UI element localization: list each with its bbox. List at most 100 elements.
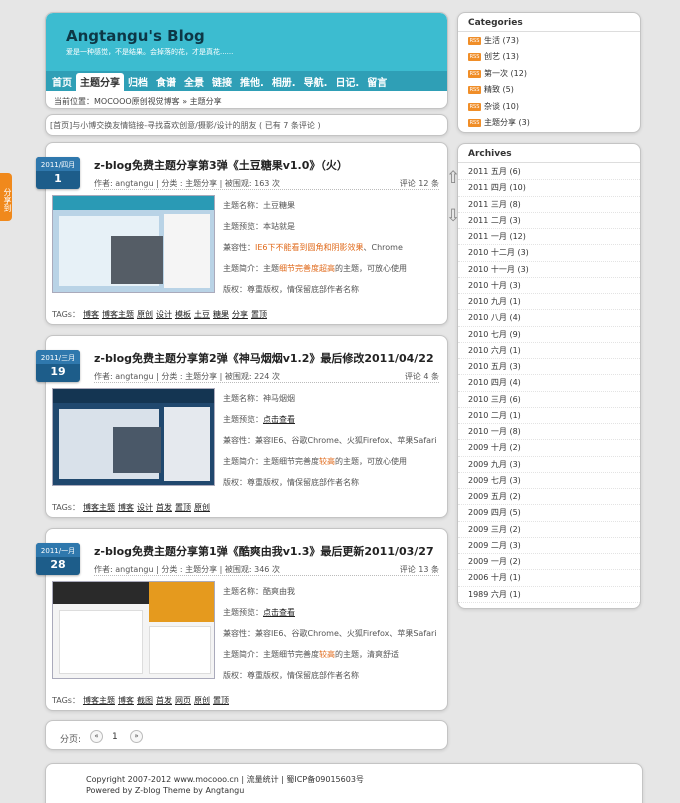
- archive-item[interactable]: 2006 十月 (1): [458, 570, 640, 587]
- tag-link[interactable]: 首发: [156, 696, 172, 705]
- tag-link[interactable]: 置顶: [175, 503, 191, 512]
- post-thumbnail[interactable]: [52, 388, 215, 486]
- notice-bar[interactable]: [首页]与小博交换友情链接-寻找喜欢创意/摄影/设计的朋友 ( 已有 7 条评论…: [45, 114, 448, 136]
- archive-item[interactable]: 2010 一月 (8): [458, 424, 640, 441]
- tag-link[interactable]: 原创: [137, 310, 153, 319]
- info-desc-suffix: 的主题，可放心使用: [335, 264, 407, 273]
- rss-icon[interactable]: RSS: [468, 86, 481, 95]
- archive-item[interactable]: 2010 八月 (4): [458, 310, 640, 327]
- category-label[interactable]: 创艺 (13): [484, 52, 519, 61]
- tag-link[interactable]: 分享: [232, 310, 248, 319]
- tag-link[interactable]: 博客主题: [102, 310, 134, 319]
- archive-item[interactable]: 2010 九月 (1): [458, 294, 640, 311]
- archive-item[interactable]: 2011 二月 (3): [458, 213, 640, 229]
- category-label[interactable]: 生活 (73): [484, 36, 519, 45]
- prev-page-button[interactable]: «: [90, 730, 103, 743]
- archive-item[interactable]: 2010 十二月 (3): [458, 245, 640, 262]
- category-item[interactable]: RSS 生活 (73): [458, 33, 640, 49]
- rss-icon[interactable]: RSS: [468, 69, 481, 78]
- info-compat: 兼容性：兼容IE6、谷歌Chrome、火狐Firefox、苹果Safari: [223, 436, 437, 445]
- preview-link[interactable]: 点击查看: [263, 608, 295, 617]
- nav-item[interactable]: 推他.: [236, 71, 268, 91]
- category-item[interactable]: RSS 第一次 (12): [458, 66, 640, 82]
- category-item[interactable]: RSS 创艺 (13): [458, 49, 640, 65]
- nav-item[interactable]: 主题分享: [76, 73, 124, 93]
- archive-item[interactable]: 2010 五月 (3): [458, 359, 640, 376]
- category-label[interactable]: 第一次 (12): [484, 69, 527, 78]
- site-title[interactable]: Angtangu's Blog: [66, 27, 205, 45]
- tag-link[interactable]: 土豆: [194, 310, 210, 319]
- rss-icon[interactable]: RSS: [468, 102, 481, 111]
- post-title[interactable]: z-blog免费主题分享第1弹《酷爽由我v1.3》最后更新2011/03/27: [94, 543, 434, 559]
- category-label[interactable]: 主题分享 (3): [484, 118, 530, 127]
- archive-item[interactable]: 2009 一月 (2): [458, 554, 640, 571]
- tag-link[interactable]: 原创: [194, 696, 210, 705]
- archive-item[interactable]: 2010 十一月 (3): [458, 262, 640, 278]
- category-item[interactable]: RSS 杂谈 (10): [458, 99, 640, 115]
- tag-link[interactable]: 首发: [156, 503, 172, 512]
- category-item[interactable]: RSS 精致 (5): [458, 82, 640, 98]
- tag-link[interactable]: 博客主题: [83, 503, 115, 512]
- post-comments[interactable]: 评论 13 条: [400, 564, 439, 575]
- date-month: 2011/四月: [36, 157, 80, 171]
- archive-item[interactable]: 2011 一月 (12): [458, 229, 640, 246]
- archive-item[interactable]: 2011 四月 (10): [458, 180, 640, 197]
- tag-link[interactable]: 博客: [83, 310, 99, 319]
- tag-link[interactable]: 原创: [194, 503, 210, 512]
- archive-item[interactable]: 2011 五月 (6): [458, 164, 640, 181]
- category-label[interactable]: 杂谈 (10): [484, 102, 519, 111]
- next-page-button[interactable]: »: [130, 730, 143, 743]
- archive-item[interactable]: 2009 九月 (3): [458, 457, 640, 473]
- tag-link[interactable]: 置顶: [251, 310, 267, 319]
- nav-item[interactable]: 链接: [208, 71, 236, 91]
- archive-item[interactable]: 2009 二月 (3): [458, 538, 640, 554]
- tag-link[interactable]: 模板: [175, 310, 191, 319]
- post-comments[interactable]: 评论 12 条: [400, 178, 439, 189]
- archive-item[interactable]: 2010 三月 (6): [458, 392, 640, 408]
- nav-item[interactable]: 导航.: [300, 71, 332, 91]
- archive-item[interactable]: 2010 二月 (1): [458, 408, 640, 424]
- post-comments[interactable]: 评论 4 条: [405, 371, 439, 382]
- current-page[interactable]: 1: [112, 732, 118, 742]
- archive-item[interactable]: 2010 十月 (3): [458, 278, 640, 294]
- post-title[interactable]: z-blog免费主题分享第3弹《土豆糖果v1.0》（火）: [94, 157, 348, 173]
- post-title[interactable]: z-blog免费主题分享第2弹《神马烟烟v1.2》最后修改2011/04/22: [94, 350, 434, 366]
- divider: [94, 575, 439, 576]
- share-tab[interactable]: 分享到: [0, 173, 12, 221]
- archive-item[interactable]: 2011 三月 (8): [458, 197, 640, 213]
- rss-icon[interactable]: RSS: [468, 118, 481, 127]
- archive-item[interactable]: 2009 四月 (5): [458, 505, 640, 522]
- archive-item[interactable]: 2010 四月 (4): [458, 375, 640, 392]
- archive-item[interactable]: 2009 三月 (2): [458, 522, 640, 538]
- archive-item[interactable]: 2010 六月 (1): [458, 343, 640, 359]
- tag-link[interactable]: 设计: [156, 310, 172, 319]
- nav-item[interactable]: 全景: [180, 71, 208, 91]
- nav-item[interactable]: 日记.: [331, 71, 363, 91]
- tag-link[interactable]: 设计: [137, 503, 153, 512]
- tag-link[interactable]: 网页: [175, 696, 191, 705]
- archives-widget: Archives 2011 五月 (6) 2011 四月 (10) 2011 三月 …: [457, 143, 641, 609]
- rss-icon[interactable]: RSS: [468, 37, 481, 45]
- archive-item[interactable]: 2009 十月 (2): [458, 440, 640, 457]
- tag-link[interactable]: 博客: [118, 503, 134, 512]
- nav-item[interactable]: 食谱: [152, 71, 180, 91]
- post-thumbnail[interactable]: [52, 195, 215, 293]
- archive-item[interactable]: 2010 七月 (9): [458, 327, 640, 343]
- archive-item[interactable]: 2009 七月 (3): [458, 473, 640, 489]
- preview-link[interactable]: 点击查看: [263, 415, 295, 424]
- archive-item[interactable]: 2009 五月 (2): [458, 489, 640, 506]
- nav-item[interactable]: 留言: [363, 71, 391, 91]
- nav-item[interactable]: 相册.: [268, 71, 300, 91]
- archive-item[interactable]: 1989 六月 (1): [458, 587, 640, 603]
- tag-link[interactable]: 截图: [137, 696, 153, 705]
- rss-icon[interactable]: RSS: [468, 53, 481, 62]
- nav-item[interactable]: 首页: [48, 71, 76, 91]
- tag-link[interactable]: 糖果: [213, 310, 229, 319]
- tag-link[interactable]: 博客: [118, 696, 134, 705]
- tag-link[interactable]: 博客主题: [83, 696, 115, 705]
- category-label[interactable]: 精致 (5): [484, 85, 514, 94]
- tag-link[interactable]: 置顶: [213, 696, 229, 705]
- nav-item[interactable]: 归档: [124, 71, 152, 91]
- post-thumbnail[interactable]: [52, 581, 215, 679]
- category-item[interactable]: RSS 主题分享 (3): [458, 115, 640, 131]
